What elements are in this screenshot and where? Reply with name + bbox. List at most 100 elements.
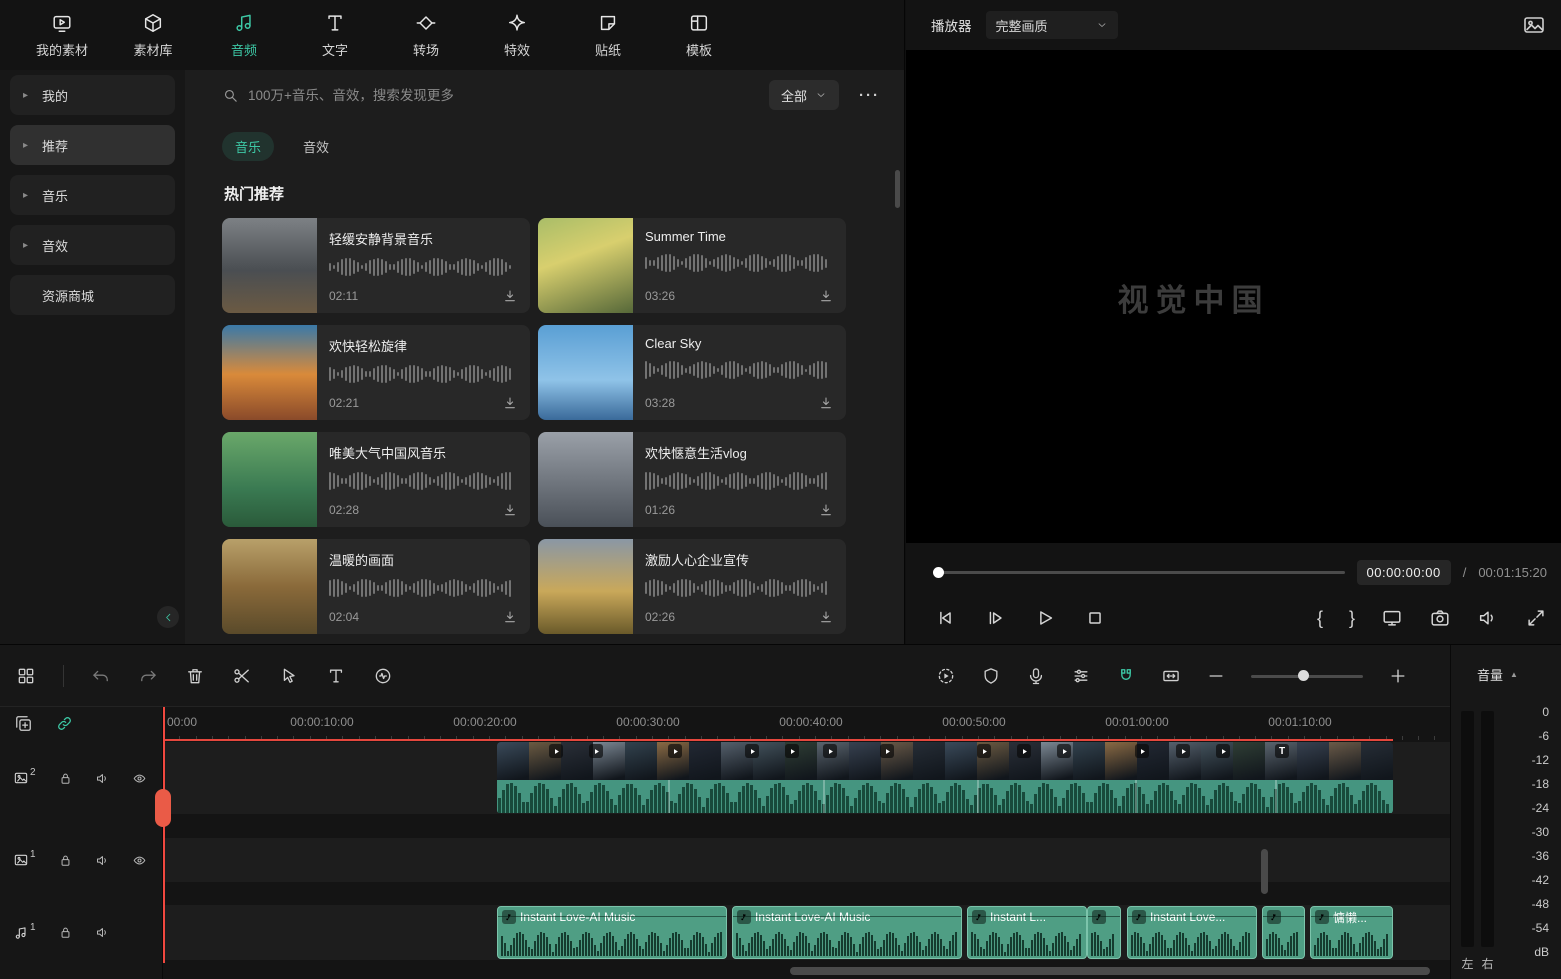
search-box[interactable]	[222, 87, 759, 104]
quality-dropdown[interactable]: 完整画质	[986, 11, 1118, 39]
music-card[interactable]: 欢快惬意生活vlog 01:26	[538, 432, 846, 527]
audio-stretch-icon[interactable]	[373, 666, 393, 686]
nav-tab-my-media[interactable]: 我的素材	[30, 12, 94, 59]
download-icon[interactable]	[818, 288, 834, 304]
stop-icon[interactable]	[1084, 607, 1106, 629]
mute-icon[interactable]	[95, 771, 110, 786]
music-card[interactable]: 轻缓安静背景音乐 02:11	[222, 218, 530, 313]
mute-icon[interactable]	[95, 925, 110, 940]
prev-frame-icon[interactable]	[934, 607, 956, 629]
category-filter-dropdown[interactable]: 全部	[769, 80, 839, 110]
timeline-horizontal-scrollbar[interactable]	[790, 967, 1430, 975]
zoom-in-icon[interactable]	[1388, 666, 1408, 686]
scissors-icon[interactable]	[232, 666, 252, 686]
trash-icon[interactable]	[185, 666, 205, 686]
download-icon[interactable]	[502, 288, 518, 304]
sidebar-item-sfx[interactable]: ▸ 音效	[10, 225, 175, 265]
download-icon[interactable]	[818, 502, 834, 518]
nav-tab-template[interactable]: 模板	[667, 12, 731, 59]
fit-timeline-icon[interactable]	[1161, 666, 1181, 686]
audio-clip[interactable]: Instant Love...	[1127, 906, 1257, 959]
mask-shield-icon[interactable]	[981, 666, 1001, 686]
nav-tab-audio[interactable]: 音频	[212, 12, 276, 59]
video-preview[interactable]: 视觉中国	[906, 50, 1561, 543]
clip-play-icon[interactable]	[1017, 744, 1031, 758]
collapse-meter-icon[interactable]: ▲	[1510, 670, 1518, 679]
zoom-out-icon[interactable]	[1206, 666, 1226, 686]
music-card[interactable]: 温暖的画面 02:04	[222, 539, 530, 634]
media-scrollbar[interactable]	[895, 170, 900, 208]
text-clip-icon[interactable]: T	[1275, 744, 1289, 758]
sidebar-item-music[interactable]: ▸ 音乐	[10, 175, 175, 215]
nav-tab-text[interactable]: 文字	[303, 12, 367, 59]
clip-play-icon[interactable]	[785, 744, 799, 758]
more-options-button[interactable]: ···	[859, 87, 880, 104]
brace-close-icon[interactable]: }	[1349, 608, 1355, 629]
clip-play-icon[interactable]	[1216, 744, 1230, 758]
clip-play-icon[interactable]	[589, 744, 603, 758]
snapshot-icon[interactable]	[1429, 607, 1451, 629]
lock-icon[interactable]	[58, 853, 73, 868]
seek-knob[interactable]	[933, 567, 944, 578]
undo-icon[interactable]	[91, 666, 111, 686]
add-to-track-icon[interactable]	[14, 714, 33, 733]
track-row-video-1[interactable]	[163, 838, 1450, 882]
music-card[interactable]: 欢快轻松旋律 02:21	[222, 325, 530, 420]
playhead-grip[interactable]	[155, 789, 171, 827]
music-card[interactable]: 激励人心企业宣传 02:26	[538, 539, 846, 634]
audio-clip[interactable]: 慵懒...	[1310, 906, 1393, 959]
text-tool-icon[interactable]	[326, 666, 346, 686]
sidebar-item-recommended[interactable]: ▸ 推荐	[10, 125, 175, 165]
video-clip[interactable]: T	[497, 742, 1393, 814]
clip-play-icon[interactable]	[549, 744, 563, 758]
zoom-slider-knob[interactable]	[1298, 670, 1309, 681]
nav-tab-stock[interactable]: 素材库	[121, 12, 185, 59]
snapshot-view-icon[interactable]	[1522, 13, 1546, 37]
select-cursor-icon[interactable]	[279, 666, 299, 686]
grid-menu-icon[interactable]	[16, 666, 36, 686]
timeline-vertical-scrollbar[interactable]	[1261, 849, 1268, 894]
mute-icon[interactable]	[95, 853, 110, 868]
audio-clip[interactable]: Instant L...	[967, 906, 1087, 959]
nav-tab-effects[interactable]: 特效	[485, 12, 549, 59]
audio-mixer-icon[interactable]	[1071, 666, 1091, 686]
mirror-screen-icon[interactable]	[1381, 607, 1403, 629]
clip-play-icon[interactable]	[668, 744, 682, 758]
sidebar-item-store[interactable]: ▸ 资源商城	[10, 275, 175, 315]
video-track-badge[interactable]: 2	[13, 770, 36, 786]
audio-track-badge[interactable]: 1	[13, 925, 36, 941]
preview-render-icon[interactable]	[936, 666, 956, 686]
nav-tab-transition[interactable]: 转场	[394, 12, 458, 59]
link-clips-icon[interactable]	[55, 714, 74, 733]
lock-icon[interactable]	[58, 771, 73, 786]
clip-play-icon[interactable]	[1057, 744, 1071, 758]
clip-play-icon[interactable]	[745, 744, 759, 758]
clip-play-icon[interactable]	[1135, 744, 1149, 758]
music-card[interactable]: Summer Time 03:26	[538, 218, 846, 313]
fullscreen-icon[interactable]	[1525, 607, 1547, 629]
brace-open-icon[interactable]: {	[1317, 608, 1323, 629]
download-icon[interactable]	[818, 395, 834, 411]
play-step-icon[interactable]	[984, 607, 1006, 629]
tab-music[interactable]: 音乐	[222, 132, 274, 161]
download-icon[interactable]	[502, 609, 518, 625]
visibility-icon[interactable]	[132, 853, 147, 868]
music-card[interactable]: Clear Sky 03:28	[538, 325, 846, 420]
clip-play-icon[interactable]	[977, 744, 991, 758]
audio-clip[interactable]	[1087, 906, 1121, 959]
visibility-icon[interactable]	[132, 771, 147, 786]
sidebar-item-mine[interactable]: ▸ 我的	[10, 75, 175, 115]
redo-icon[interactable]	[138, 666, 158, 686]
clip-play-icon[interactable]	[1176, 744, 1190, 758]
audio-clip[interactable]: Instant Love-AI Music	[497, 906, 727, 959]
volume-icon[interactable]	[1477, 607, 1499, 629]
nav-tab-sticker[interactable]: 贴纸	[576, 12, 640, 59]
auto-ripple-icon[interactable]	[1116, 666, 1136, 686]
clip-play-icon[interactable]	[880, 744, 894, 758]
download-icon[interactable]	[502, 502, 518, 518]
seek-bar[interactable]	[934, 571, 1345, 574]
tab-sfx[interactable]: 音效	[290, 132, 342, 161]
search-input[interactable]	[248, 88, 759, 103]
collapse-sidebar-button[interactable]	[157, 606, 179, 628]
download-icon[interactable]	[502, 395, 518, 411]
